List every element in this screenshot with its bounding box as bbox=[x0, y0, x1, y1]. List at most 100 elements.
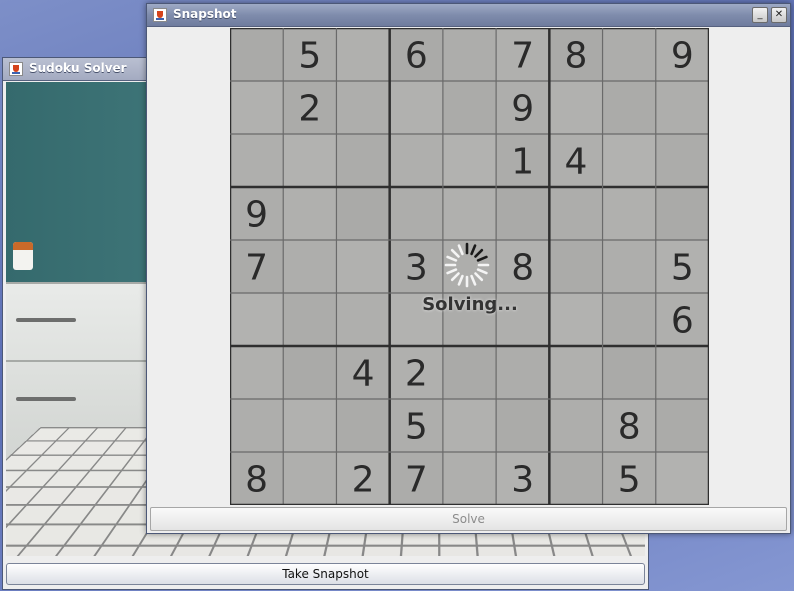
spinner-spoke bbox=[476, 255, 488, 262]
grid-cell bbox=[442, 81, 497, 134]
grid-cell bbox=[230, 293, 284, 346]
close-button[interactable]: ✕ bbox=[771, 7, 787, 23]
grid-digit: 2 bbox=[405, 354, 428, 395]
grid-digit: 2 bbox=[352, 460, 375, 501]
grid-cell bbox=[496, 187, 550, 240]
grid-cell bbox=[655, 399, 709, 452]
solving-status: Solving... bbox=[422, 294, 518, 315]
minimize-button[interactable]: _ bbox=[752, 7, 768, 23]
grid-cell bbox=[602, 134, 656, 187]
grid-cell bbox=[549, 81, 603, 134]
grid-cell bbox=[549, 452, 603, 505]
grid-digit: 7 bbox=[245, 248, 268, 289]
grid-digit: 8 bbox=[511, 248, 534, 289]
grid-cell bbox=[336, 399, 390, 452]
grid-digit: 5 bbox=[405, 407, 428, 448]
grid-digit: 4 bbox=[352, 354, 375, 395]
grid-cell bbox=[602, 240, 656, 293]
java-app-icon bbox=[9, 62, 23, 76]
grid-cell bbox=[602, 187, 656, 240]
grid-cell bbox=[655, 134, 709, 187]
spinner-spoke bbox=[450, 248, 460, 258]
spinner-spoke bbox=[474, 248, 484, 258]
spinner-spoke bbox=[474, 272, 484, 282]
grid-cell bbox=[389, 134, 443, 187]
grid-cell bbox=[442, 399, 497, 452]
take-snapshot-button[interactable]: Take Snapshot bbox=[6, 563, 645, 585]
spinner-spoke bbox=[446, 268, 458, 275]
solve-button: Solve bbox=[150, 507, 787, 531]
grid-cell bbox=[283, 346, 337, 399]
grid-cell bbox=[230, 399, 284, 452]
grid-digit: 7 bbox=[405, 460, 428, 501]
grid-cell bbox=[283, 293, 337, 346]
grid-cell bbox=[549, 293, 603, 346]
grid-cell bbox=[230, 28, 284, 81]
grid-digit: 9 bbox=[671, 36, 694, 77]
grid-cell bbox=[655, 346, 709, 399]
grid-cell bbox=[496, 399, 550, 452]
grid-cell bbox=[655, 187, 709, 240]
spinner-spoke bbox=[476, 268, 488, 275]
grid-cell bbox=[283, 187, 337, 240]
grid-digit: 6 bbox=[671, 301, 694, 342]
grid-digit: 7 bbox=[511, 36, 534, 77]
grid-digit: 5 bbox=[618, 460, 641, 501]
grid-cell bbox=[336, 134, 390, 187]
grid-cell bbox=[283, 134, 337, 187]
grid-cell bbox=[389, 81, 443, 134]
sudoku-snapshot-image: 567892914973856425882735 Solving... bbox=[230, 28, 709, 505]
grid-cell bbox=[336, 187, 390, 240]
grid-digit: 9 bbox=[511, 89, 534, 130]
grid-digit: 8 bbox=[618, 407, 641, 448]
grid-cell bbox=[442, 452, 497, 505]
snapshot-window-title: Snapshot bbox=[173, 7, 237, 21]
grid-cell bbox=[442, 346, 497, 399]
grid-cell bbox=[549, 187, 603, 240]
grid-cell bbox=[442, 187, 497, 240]
snapshot-titlebar[interactable]: Snapshot _ ✕ bbox=[147, 4, 790, 27]
spinner-spoke bbox=[457, 274, 464, 286]
grid-cell bbox=[389, 187, 443, 240]
solver-window-title: Sudoku Solver bbox=[29, 61, 127, 75]
snapshot-content: 567892914973856425882735 Solving... bbox=[150, 28, 787, 505]
grid-cell bbox=[230, 346, 284, 399]
grid-cell bbox=[496, 346, 550, 399]
grid-cell bbox=[655, 452, 709, 505]
grid-cell bbox=[549, 346, 603, 399]
spinner-spoke bbox=[446, 255, 458, 262]
spinner-spoke bbox=[470, 244, 477, 256]
grid-digit: 9 bbox=[245, 195, 268, 236]
grid-cell bbox=[283, 240, 337, 293]
grid-cell bbox=[230, 81, 284, 134]
grid-digit: 8 bbox=[245, 460, 268, 501]
grid-digit: 4 bbox=[564, 142, 587, 183]
java-app-icon bbox=[153, 8, 167, 22]
grid-digit: 5 bbox=[298, 36, 321, 77]
snapshot-window[interactable]: Snapshot _ ✕ 567892914973856425882735 So… bbox=[146, 3, 791, 534]
grid-digit: 3 bbox=[511, 460, 534, 501]
grid-cell bbox=[602, 346, 656, 399]
spinner-icon bbox=[444, 242, 490, 288]
grid-cell bbox=[655, 81, 709, 134]
grid-cell bbox=[549, 240, 603, 293]
grid-digit: 6 bbox=[405, 36, 428, 77]
grid-cell bbox=[336, 293, 390, 346]
spinner-spoke bbox=[470, 274, 477, 286]
spinner-spoke bbox=[457, 244, 464, 256]
grid-cell bbox=[442, 134, 497, 187]
grid-cell bbox=[336, 81, 390, 134]
grid-digit: 5 bbox=[671, 248, 694, 289]
grid-cell bbox=[283, 452, 337, 505]
grid-digit: 8 bbox=[564, 36, 587, 77]
webcam-jar bbox=[13, 242, 33, 270]
grid-cell bbox=[336, 240, 390, 293]
grid-digit: 3 bbox=[405, 248, 428, 289]
grid-cell bbox=[549, 399, 603, 452]
grid-cell bbox=[602, 28, 656, 81]
grid-cell bbox=[230, 134, 284, 187]
grid-cell bbox=[602, 81, 656, 134]
grid-cell bbox=[336, 28, 390, 81]
grid-cell bbox=[602, 293, 656, 346]
grid-cell bbox=[442, 28, 497, 81]
